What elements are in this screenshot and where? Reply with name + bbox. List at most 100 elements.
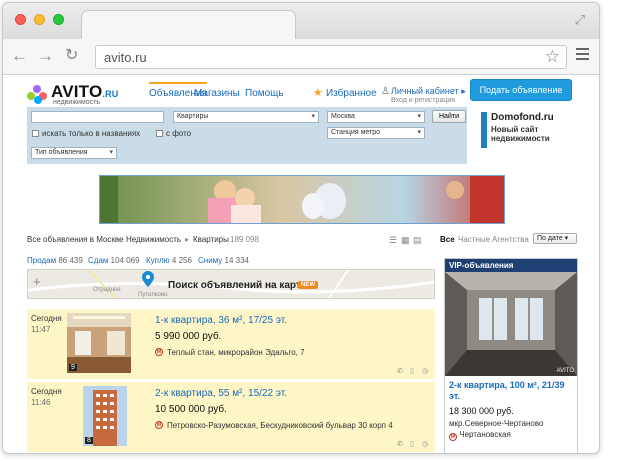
category-rent[interactable]: Сниму 14 334 bbox=[198, 256, 249, 265]
vip-listing-metro: M Чертановская bbox=[449, 430, 511, 441]
avito-page: AVITO.RU недвижимость Объявления Магазин… bbox=[3, 76, 599, 453]
post-ad-button[interactable]: Подать объявление bbox=[470, 79, 572, 101]
category-select[interactable]: Квартиры bbox=[173, 111, 319, 123]
tab-private[interactable]: Частные bbox=[458, 235, 490, 244]
domofond-promo[interactable]: Domofond.ru Новый сайт недвижимости bbox=[481, 112, 573, 148]
clock-icon[interactable]: ◷ bbox=[422, 367, 428, 375]
metro-select[interactable]: Станция метро bbox=[327, 127, 425, 139]
clock-icon[interactable]: ◷ bbox=[422, 440, 428, 448]
titles-only-checkbox[interactable] bbox=[32, 130, 39, 137]
user-icon: ♙ bbox=[381, 86, 390, 97]
vip-listing-title[interactable]: 2-к квартира, 100 м², 21/39 эт. bbox=[449, 380, 575, 402]
vip-header: VIP-объявления bbox=[445, 259, 577, 272]
forward-arrow-icon[interactable]: → bbox=[37, 45, 54, 67]
listing-item[interactable]: Сегодня 11:46 8 2-к квартира, 55 м², 15/… bbox=[27, 382, 435, 452]
category-sell[interactable]: Продам 86 439 bbox=[27, 256, 83, 265]
logo-balls-icon bbox=[27, 84, 49, 104]
vip-photo-image bbox=[445, 272, 577, 376]
bookmark-icon[interactable]: ▯ bbox=[410, 367, 414, 375]
listing-address: Петровско-Разумовская, Бескудниковский б… bbox=[167, 421, 393, 430]
nav-help[interactable]: Помощь bbox=[245, 88, 284, 99]
breadcrumb-separator: ▸ bbox=[185, 235, 190, 244]
listing-item[interactable]: Сегодня 11:47 9 1-к квартира, 36 м², 17/… bbox=[27, 309, 435, 379]
breadcrumb-separator: ▸ bbox=[118, 235, 123, 244]
photo-count-badge: 8 bbox=[85, 437, 93, 444]
vip-listing-address: мкр.Северное-Чертаново bbox=[449, 419, 544, 428]
vip-listing-price: 18 300 000 руб. bbox=[449, 406, 514, 416]
map-town-label: Отрадное bbox=[93, 287, 121, 293]
metro-icon: M bbox=[155, 421, 163, 429]
map-search-title[interactable]: Поиск объявлений на карте bbox=[168, 280, 306, 291]
sort-select[interactable]: По дате ▾ bbox=[533, 233, 577, 244]
nav-shops[interactable]: Магазины bbox=[194, 88, 240, 99]
listing-price: 5 990 000 руб. bbox=[155, 331, 222, 342]
browser-window: ⤢ ← → ↻ ☆ AVITO.RU недвижимость Объявлен… bbox=[2, 2, 600, 454]
logo-subtitle: недвижимость bbox=[53, 99, 100, 106]
listing-price: 10 500 000 руб. bbox=[155, 404, 227, 415]
gallery-view-icon[interactable]: ▦ bbox=[401, 235, 410, 246]
new-badge: NEW bbox=[298, 281, 318, 289]
personal-cabinet-link[interactable]: Личный кабинет ▸ bbox=[391, 86, 466, 97]
menu-icon[interactable] bbox=[576, 48, 589, 63]
listing-time: 11:46 bbox=[31, 398, 51, 407]
listing-title[interactable]: 1-к квартира, 36 м², 17/25 эт. bbox=[155, 315, 287, 326]
tab-agency[interactable]: Агентства bbox=[492, 235, 529, 244]
breadcrumb-all[interactable]: Все объявления в Москве bbox=[27, 235, 124, 244]
minimize-window-button[interactable] bbox=[34, 14, 45, 25]
listing-address: Теплый стан, микрорайон Эдальго, 7 bbox=[167, 348, 305, 357]
vip-photo[interactable]: AVITO bbox=[445, 272, 577, 376]
map-town-label: Путилково bbox=[138, 292, 168, 298]
promo-brand: Domofond.ru bbox=[491, 112, 554, 123]
search-input[interactable] bbox=[31, 111, 164, 123]
title-bar: ⤢ bbox=[3, 3, 599, 40]
breadcrumb-realty[interactable]: Недвижимость bbox=[126, 235, 181, 244]
city-select[interactable]: Москва bbox=[327, 111, 425, 123]
vip-ads-panel: VIP-объявления AVITO 2-к квартира, 100 м… bbox=[444, 258, 578, 453]
bookmark-star-icon[interactable]: ☆ bbox=[545, 47, 560, 67]
map-pin-icon bbox=[142, 271, 154, 287]
browser-tab[interactable] bbox=[81, 10, 296, 40]
phone-icon[interactable]: ✆ bbox=[397, 367, 403, 375]
metro-icon: M bbox=[449, 433, 457, 441]
address-bar[interactable]: ☆ bbox=[95, 45, 567, 69]
vip-photo-watermark: AVITO bbox=[556, 368, 574, 374]
nav-favorites[interactable]: Избранное bbox=[326, 88, 377, 99]
close-window-button[interactable] bbox=[15, 14, 26, 25]
with-photo-label: с фото bbox=[166, 129, 192, 138]
photo-count-badge: 9 bbox=[69, 364, 77, 371]
login-register-link[interactable]: Вход и регистрация bbox=[391, 97, 455, 104]
phone-icon[interactable]: ✆ bbox=[397, 440, 403, 448]
breadcrumb-flats: Квартиры bbox=[193, 235, 229, 244]
category-rent-out[interactable]: Сдам 104 069 bbox=[88, 256, 140, 265]
avito-logo[interactable]: AVITO.RU недвижимость bbox=[27, 82, 142, 106]
listing-date: Сегодня bbox=[31, 314, 62, 323]
listing-time: 11:47 bbox=[31, 325, 51, 334]
category-buy[interactable]: Куплю 4 256 bbox=[146, 256, 192, 265]
ad-banner[interactable] bbox=[99, 175, 505, 224]
tab-all[interactable]: Все bbox=[440, 235, 455, 244]
favorites-star-icon[interactable]: ★ bbox=[313, 86, 323, 99]
maximize-window-button[interactable] bbox=[53, 14, 64, 25]
reload-icon[interactable]: ↻ bbox=[65, 45, 78, 67]
with-photo-checkbox[interactable] bbox=[156, 130, 163, 137]
metro-icon: M bbox=[155, 348, 163, 356]
grid-view-icon[interactable]: ▤ bbox=[413, 235, 422, 246]
browser-toolbar: ← → ↻ ☆ bbox=[3, 39, 599, 75]
listing-photo[interactable]: 9 bbox=[67, 313, 131, 373]
map-search-strip[interactable]: + Отрадное Путилково Поиск объявлений на… bbox=[27, 269, 435, 299]
fullscreen-icon[interactable]: ⤢ bbox=[575, 12, 585, 28]
listing-title[interactable]: 2-к квартира, 55 м², 15/22 эт. bbox=[155, 388, 287, 399]
promo-text: Новый сайт недвижимости bbox=[491, 125, 550, 143]
find-button[interactable]: Найти bbox=[432, 110, 466, 123]
back-arrow-icon[interactable]: ← bbox=[11, 45, 28, 67]
breadcrumb-count: 189 098 bbox=[230, 235, 259, 244]
list-view-icon[interactable]: ☰ bbox=[389, 235, 397, 246]
bookmark-icon[interactable]: ▯ bbox=[410, 440, 414, 448]
ad-type-select[interactable]: Тип объявления bbox=[31, 147, 117, 159]
listing-date: Сегодня bbox=[31, 387, 62, 396]
url-input[interactable] bbox=[96, 46, 516, 68]
listing-photo[interactable]: 8 bbox=[83, 386, 127, 446]
banner-image bbox=[100, 176, 504, 223]
search-panel: Квартиры Москва Найти искать только в на… bbox=[27, 107, 467, 164]
promo-bar bbox=[481, 112, 487, 148]
